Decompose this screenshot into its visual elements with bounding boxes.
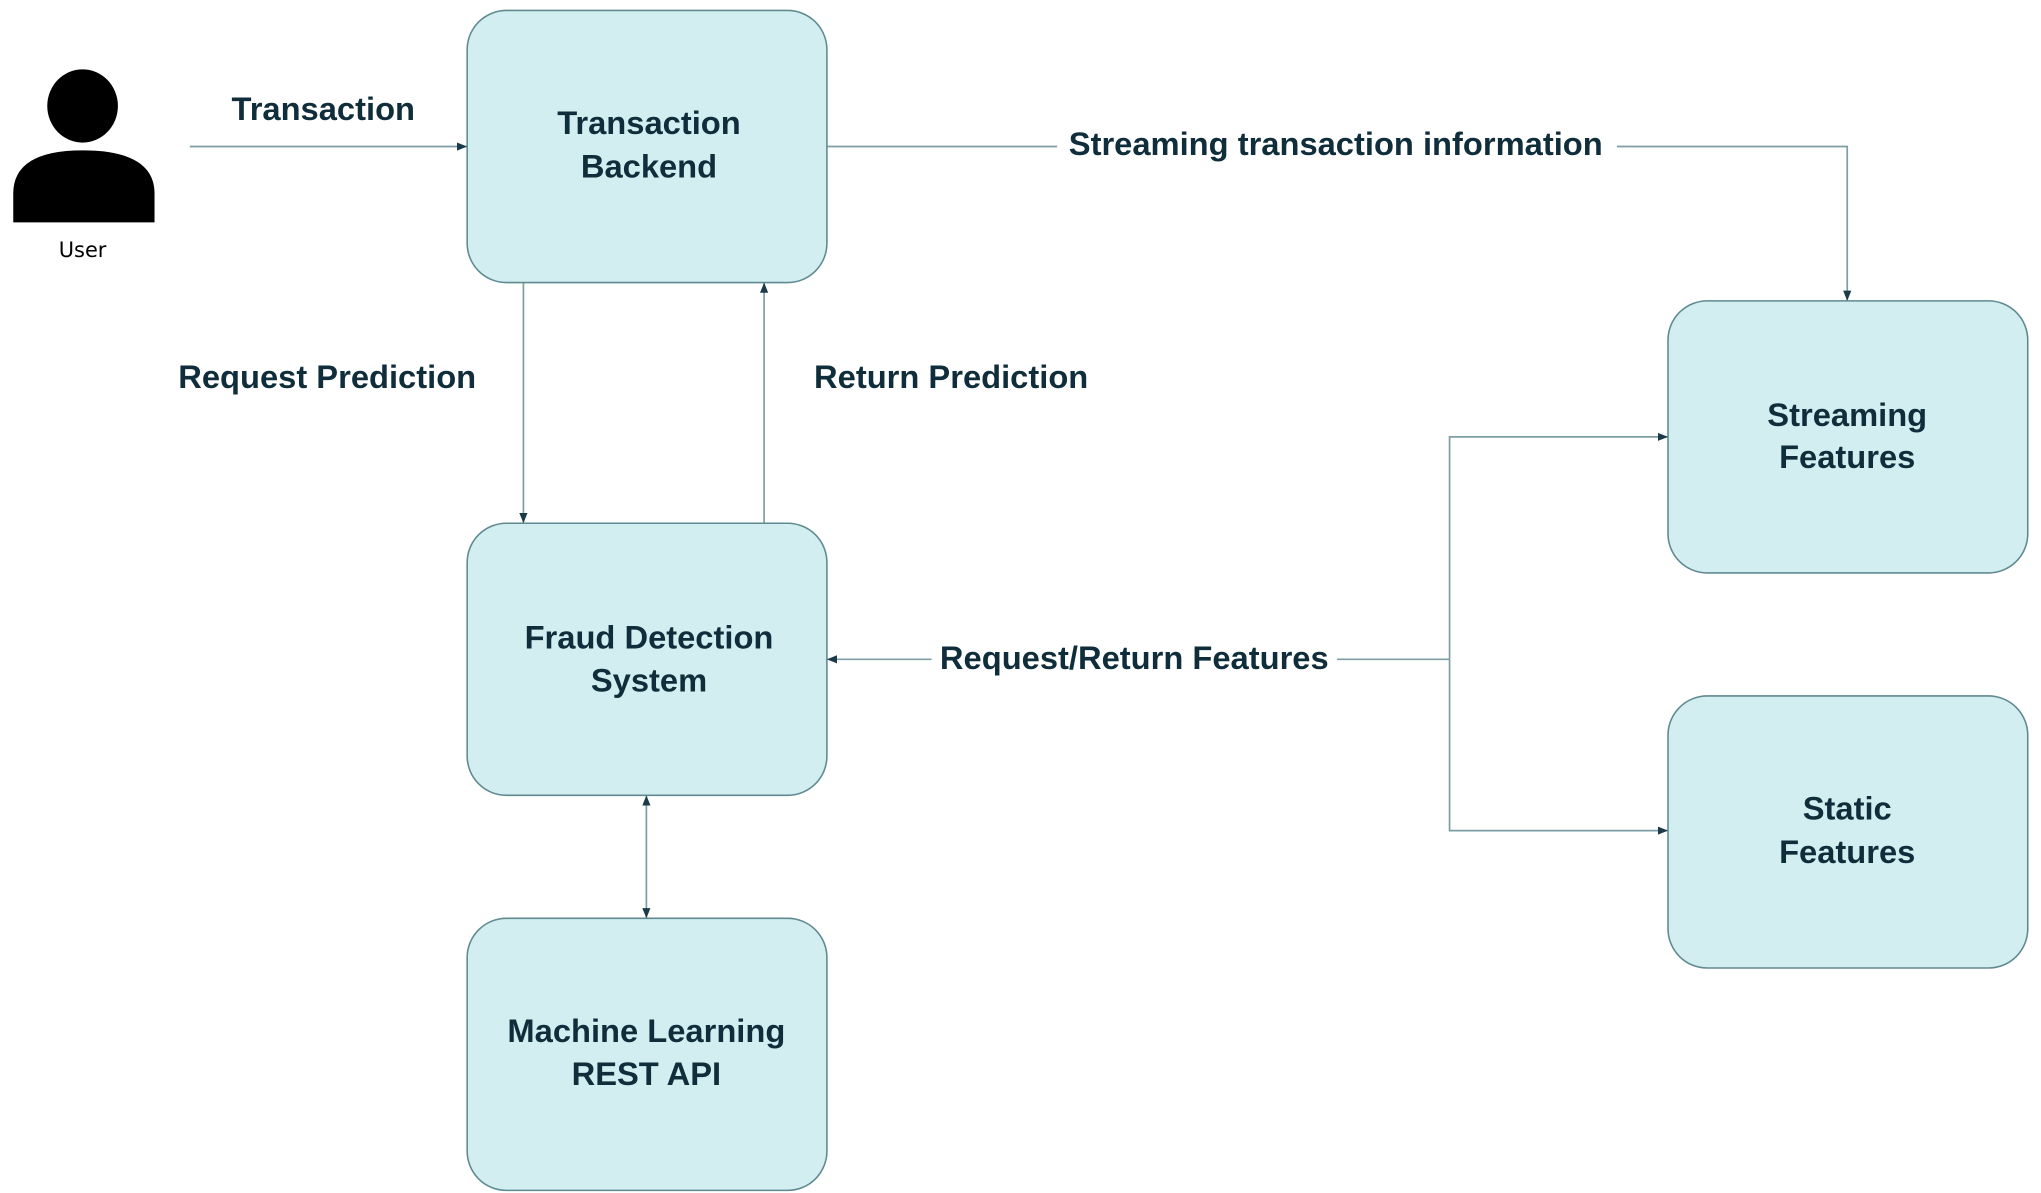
node-transaction-backend: Transaction Backend [466,9,828,284]
user-icon [13,69,155,223]
node-streaming-features: Streaming Features [1667,300,2029,574]
streaming-info-arrow [826,145,1852,301]
node-label: Features [1779,438,1915,475]
node-label: Streaming [1767,396,1927,433]
request-return-features-label: Request/Return Features [940,639,1329,676]
node-fraud-detection-system: Fraud Detection System [466,522,828,797]
node-static-features: Static Features [1667,695,2029,969]
node-label: Fraud Detection [525,618,774,655]
node-label: Backend [581,147,717,184]
architecture-diagram: User Transaction Streaming transaction i… [13,9,2029,1192]
node-ml-rest-api: Machine Learning REST API [466,917,828,1192]
node-label: Transaction [557,104,740,141]
features-branch-connector [1448,432,1669,835]
node-label: Static [1803,790,1892,827]
node-label: Machine Learning [507,1012,785,1049]
user-label: User [59,238,107,262]
return-prediction-label: Return Prediction [814,358,1088,395]
transaction-label: Transaction [232,90,415,127]
node-label: REST API [572,1055,722,1092]
node-label: System [591,661,707,698]
node-label: Features [1779,833,1915,870]
streaming-info-label: Streaming transaction information [1069,125,1603,162]
request-prediction-label: Request Prediction [178,358,476,395]
